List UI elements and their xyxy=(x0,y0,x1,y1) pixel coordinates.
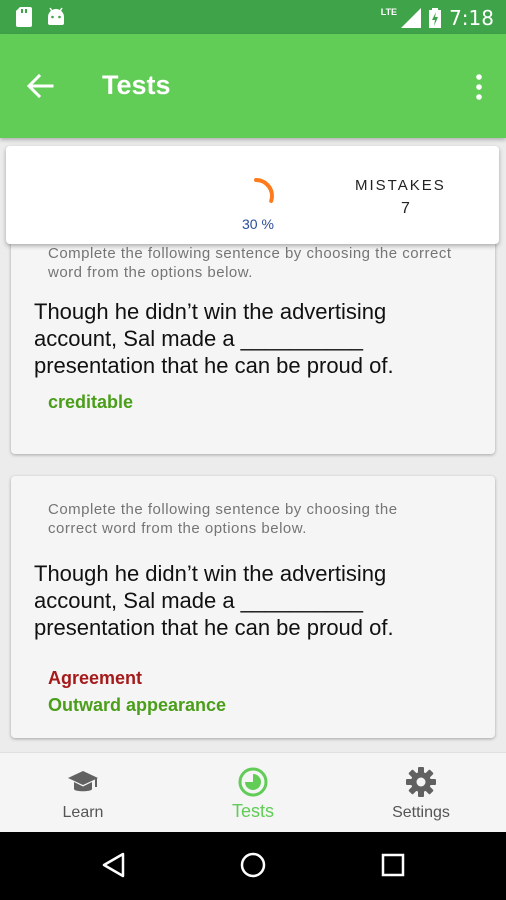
status-bar: LTE 7:18 xyxy=(0,0,506,34)
question-sentence: Though he didn’t win the advertising acc… xyxy=(11,298,417,379)
page-title: Tests xyxy=(102,70,171,100)
android-icon xyxy=(48,7,64,25)
question-instruction: Complete the following sentence by choos… xyxy=(11,476,495,538)
sentence-line: presentation that he can be proud of. xyxy=(34,615,394,640)
question-instruction: Complete the following sentence by choos… xyxy=(48,245,452,281)
nav-item-tests[interactable]: Tests xyxy=(193,765,313,822)
sentence-line: Though he didn’t win the advertising xyxy=(34,299,387,324)
question-card: Complete the following sentence by choos… xyxy=(11,476,495,738)
gear-icon xyxy=(406,767,436,797)
system-home-icon[interactable] xyxy=(239,851,267,879)
answer-correct: creditable xyxy=(48,392,134,412)
answer-wrong: Agreement xyxy=(48,668,143,688)
mistakes-label: MISTAKES xyxy=(355,177,446,194)
sentence-line: presentation that he can be proud of. xyxy=(34,353,394,378)
clock: 7:18 xyxy=(449,6,494,30)
sentence-line: account, Sal made a __________ xyxy=(34,326,364,351)
mistakes-count: 7 xyxy=(401,200,410,217)
system-navigation-bar xyxy=(0,832,506,900)
progress-gauge xyxy=(254,178,274,203)
app-bar: Tests xyxy=(0,34,506,138)
back-arrow-icon[interactable] xyxy=(26,72,54,100)
signal-icon xyxy=(401,8,422,28)
sentence-line: Though he didn’t win the advertising xyxy=(34,561,387,586)
battery-charging-icon xyxy=(429,8,442,28)
nav-label: Learn xyxy=(62,804,104,821)
sentence-line: account, Sal made a __________ xyxy=(34,588,364,613)
instruction-line: Complete the following sentence by choos… xyxy=(48,501,398,518)
nav-label: Settings xyxy=(392,804,450,821)
instruction-line: correct word from the options below. xyxy=(48,520,307,537)
progress-percent: 30 % xyxy=(242,216,274,232)
graduation-cap-icon xyxy=(68,771,98,792)
question-sentence: Though he didn’t win the advertising acc… xyxy=(11,560,495,641)
network-type-label: LTE xyxy=(380,7,398,17)
question-card: Complete the following sentence by choos… xyxy=(11,224,495,454)
answer-correct: Outward appearance xyxy=(48,695,227,715)
timer-icon xyxy=(238,767,268,797)
score-summary-card: 30 % MISTAKES 7 xyxy=(6,146,499,244)
nav-label: Tests xyxy=(231,801,274,821)
system-back-icon[interactable] xyxy=(100,851,126,879)
more-vert-icon[interactable] xyxy=(474,74,484,100)
nav-item-learn[interactable]: Learn xyxy=(23,765,143,822)
nav-item-settings[interactable]: Settings xyxy=(361,765,481,822)
answer-list: Agreement Outward appearance xyxy=(11,665,495,719)
bottom-navigation: Learn Tests Settings xyxy=(0,752,506,832)
system-recents-icon[interactable] xyxy=(381,851,405,879)
sd-card-icon xyxy=(16,7,32,27)
